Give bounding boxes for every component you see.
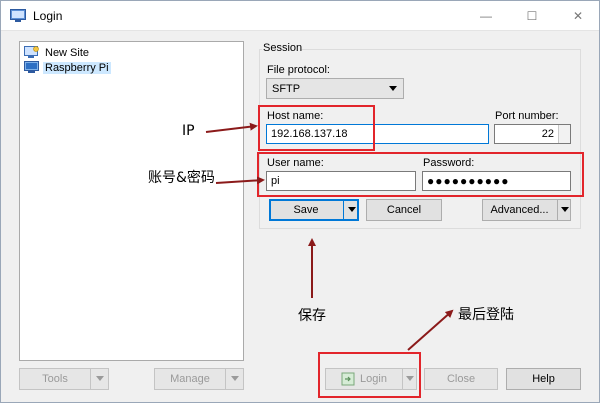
arrow-to-login (407, 309, 454, 351)
arrow-to-credentials (215, 176, 265, 185)
arrow-to-host-name (205, 122, 258, 133)
annotation-arrows (205, 122, 454, 351)
